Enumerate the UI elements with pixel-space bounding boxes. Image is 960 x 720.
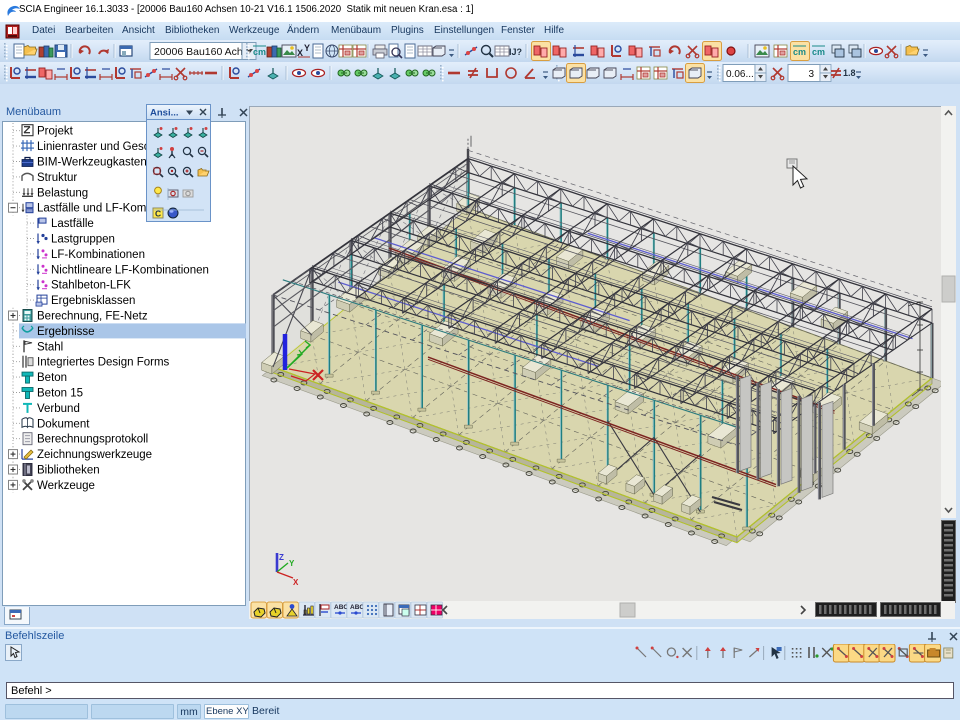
svg-text:Berechnung, FE-Netz: Berechnung, FE-Netz — [37, 311, 148, 323]
svg-text:Y: Y — [289, 559, 295, 568]
svg-text:Zeichnungswerkzeuge: Zeichnungswerkzeuge — [37, 449, 152, 461]
svg-text:Ansi...: Ansi... — [150, 108, 179, 119]
svg-text:Berechnungsprotokoll: Berechnungsprotokoll — [37, 434, 148, 446]
svg-text:ABC: ABC — [334, 604, 348, 611]
svg-text:Bibliotheken: Bibliotheken — [37, 465, 100, 477]
svg-text:Belastung: Belastung — [37, 187, 88, 199]
svg-text:Struktur: Struktur — [37, 172, 77, 184]
svg-text:Verbund: Verbund — [37, 403, 80, 415]
svg-text:1.8: 1.8 — [843, 68, 856, 78]
svg-text:cm: cm — [793, 47, 806, 57]
svg-text:Beton 15: Beton 15 — [37, 388, 83, 400]
svg-text:Y: Y — [304, 43, 310, 53]
svg-text:3: 3 — [808, 69, 814, 80]
svg-text:Lastfälle: Lastfälle — [51, 218, 94, 230]
svg-text:Lastgruppen: Lastgruppen — [51, 234, 115, 246]
svg-text:Werkzeuge: Werkzeuge — [37, 480, 95, 492]
svg-text:ABC: ABC — [350, 604, 364, 611]
svg-text:IJ?: IJ? — [509, 47, 522, 57]
svg-text:BIM-Werkzeugkasten: BIM-Werkzeugkasten — [37, 157, 147, 169]
svg-text:Nichtlineare LF-Kombinationen: Nichtlineare LF-Kombinationen — [51, 264, 209, 276]
svg-text:Stahl: Stahl — [37, 341, 63, 353]
svg-text:X: X — [293, 578, 299, 587]
svg-text:Ergebnisklassen: Ergebnisklassen — [51, 295, 135, 307]
svg-text:Ergebnisse: Ergebnisse — [37, 326, 95, 338]
svg-text:cm: cm — [812, 47, 825, 57]
svg-text:Z: Z — [279, 553, 284, 562]
svg-text:0.06...: 0.06... — [726, 69, 754, 80]
svg-text:Integriertes Design Forms: Integriertes Design Forms — [37, 357, 170, 369]
svg-text:cm: cm — [253, 47, 266, 57]
svg-text:20006 Bau160 Ach: 20006 Bau160 Ach — [154, 46, 243, 58]
svg-text:Stahlbeton-LFK: Stahlbeton-LFK — [51, 280, 131, 292]
svg-text:Projekt: Projekt — [37, 126, 74, 138]
svg-text:Beton: Beton — [37, 372, 67, 384]
svg-text:LF-Kombinationen: LF-Kombinationen — [51, 249, 145, 261]
svg-text:Dokument: Dokument — [37, 418, 90, 430]
